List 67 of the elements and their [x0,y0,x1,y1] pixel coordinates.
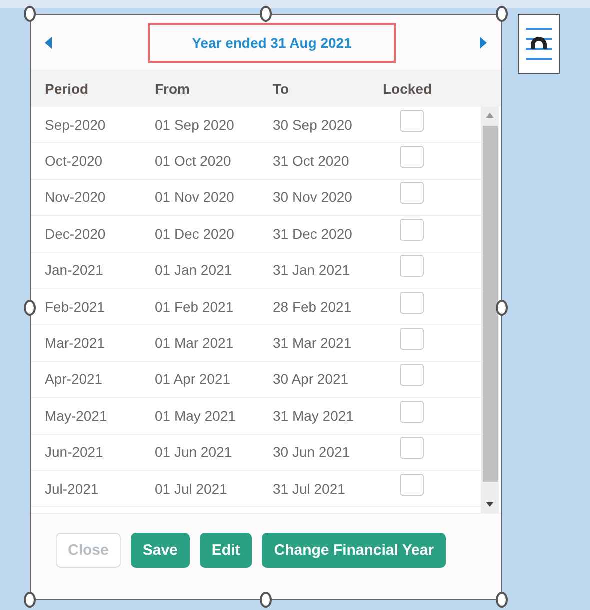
action-button[interactable]: Save [130,533,190,568]
scroll-down-icon[interactable] [486,502,494,507]
resize-handle[interactable] [496,300,508,316]
locked-checkbox[interactable] [400,364,424,386]
table-cell-text: 30 Sep 2020 [273,116,354,133]
table-cell-text: 01 Mar 2021 [155,335,235,352]
table-cell-text: 01 Jun 2021 [155,444,234,460]
resize-handle[interactable] [260,6,272,22]
table-cell-text: Jun-2021 [45,444,104,460]
table-cell-text: 01 Feb 2021 [155,298,235,315]
action-button[interactable]: Edit [200,533,252,568]
resize-handle[interactable] [24,592,36,608]
next-arrow-icon[interactable] [479,36,487,48]
action-button[interactable]: Change Financial Year [262,533,446,568]
previous-arrow-icon[interactable] [45,36,53,48]
table-cell-text: 30 Apr 2021 [273,371,350,388]
table-cell-text: Sep-2020 [45,116,107,133]
table-cell-text: 01 Nov 2020 [155,189,236,206]
table-cell-text: 01 Sep 2020 [155,116,236,133]
table-cell-text: 31 Oct 2020 [273,153,350,170]
scrollbar[interactable] [481,107,499,513]
table-cell-text: 30 Jun 2021 [273,444,352,460]
column-header: To [273,80,290,96]
table-cell-text: 28 Feb 2021 [273,298,353,315]
locked-checkbox[interactable] [400,255,424,278]
table-cell-text: Feb-2021 [45,298,106,315]
wrap-text-icon [525,26,553,62]
table-cell-text: 31 Jul 2021 [273,480,346,497]
table-cell-text: 01 Dec 2020 [155,226,236,242]
table-cell-text: May-2021 [45,408,108,424]
resize-handle[interactable] [24,6,36,22]
table-cell-text: 01 May 2021 [155,408,237,424]
resize-handle[interactable] [24,300,36,316]
locked-checkbox[interactable] [400,182,424,204]
year-title: Year ended 31 Aug 2021 [148,22,396,62]
resize-handle[interactable] [496,592,508,608]
table-cell-text: Dec-2020 [45,226,107,242]
resize-handle[interactable] [496,6,508,22]
table-cell-text: Oct-2020 [45,153,104,170]
locked-checkbox[interactable] [400,328,424,350]
table-cell-text: Jul-2021 [45,480,100,497]
table-cell-text: 31 May 2021 [273,408,355,424]
table-cell-text: Nov-2020 [45,189,107,206]
table-cell-text: Jan-2021 [45,262,104,278]
resize-handle[interactable] [260,592,272,608]
column-header: Period [45,80,90,96]
table-cell-text: 31 Jan 2021 [273,262,352,278]
locked-checkbox[interactable] [400,474,424,496]
table-cell-text: 31 Dec 2020 [273,226,354,242]
table-cell-text: 01 Jan 2021 [155,262,234,278]
locked-checkbox[interactable] [400,146,424,168]
column-header: From [155,80,191,96]
layout-options-button[interactable] [518,14,560,74]
table-cell-text: Apr-2021 [45,371,104,388]
locked-checkbox[interactable] [400,218,424,241]
column-header: Locked [383,80,434,96]
locked-checkbox[interactable] [400,292,424,314]
table-cell-text: 31 Mar 2021 [273,335,353,352]
table-cell-text: 01 Jul 2021 [155,480,228,497]
table-cell-text: 01 Apr 2021 [155,371,232,388]
locked-checkbox[interactable] [400,437,424,460]
locked-checkbox[interactable] [400,400,424,423]
table-cell-text: Mar-2021 [45,335,106,352]
table-cell-text: 01 Oct 2020 [155,153,232,170]
table-cell-text: 30 Nov 2020 [273,189,354,206]
scroll-up-icon[interactable] [486,113,494,118]
locked-checkbox[interactable] [400,110,424,132]
